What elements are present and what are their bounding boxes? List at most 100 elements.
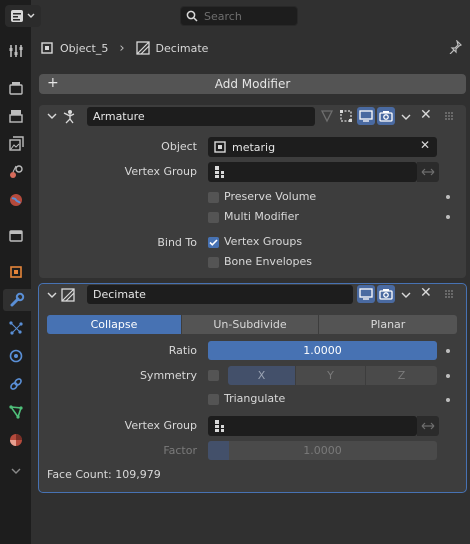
triangulate-checkbox[interactable]: [208, 394, 219, 405]
realtime-toggle[interactable]: [357, 107, 375, 125]
animate-property-dot[interactable]: [446, 195, 450, 199]
view-layer-tab-icon[interactable]: [3, 133, 28, 155]
preserve-volume-checkbox[interactable]: [208, 192, 219, 203]
vertex-group-icon: [215, 420, 224, 432]
vertex-group-label: Vertex Group: [124, 419, 197, 432]
decimate-type-selector: Collapse Un-Subdivide Planar: [47, 315, 457, 334]
render-toggle[interactable]: [377, 285, 395, 303]
remove-modifier-icon[interactable]: ✕: [420, 107, 432, 123]
checkmark-icon: [209, 239, 218, 246]
physics-tab-icon[interactable]: [3, 345, 28, 367]
factor-value: 1.0000: [303, 444, 342, 457]
chevron-down-icon: [27, 13, 35, 18]
animate-property-dot[interactable]: [446, 398, 450, 402]
multi-modifier-checkbox[interactable]: [208, 212, 219, 223]
tool-tab-icon[interactable]: [3, 40, 28, 62]
chevron-down-icon[interactable]: [400, 291, 412, 299]
multi-modifier-label: Multi Modifier: [224, 210, 299, 223]
bone-envelopes-label: Bone Envelopes: [224, 255, 312, 268]
tab-un-subdivide[interactable]: Un-Subdivide: [182, 315, 319, 334]
armature-modifier-panel: Armature ✕ Object metarig ✕ Vertex Group…: [39, 105, 466, 278]
object-icon: [214, 141, 226, 153]
tab-planar[interactable]: Planar: [319, 315, 457, 334]
object-label: Object: [161, 140, 197, 153]
invert-vertex-group-button[interactable]: [417, 416, 439, 436]
constraints-tab-icon[interactable]: [3, 373, 28, 395]
decimate-modifier-icon: [135, 41, 150, 55]
camera-icon: [379, 289, 393, 300]
pin-icon[interactable]: [448, 40, 462, 54]
vertex-group-field[interactable]: [208, 416, 417, 436]
collapse-chevron-icon[interactable]: [47, 291, 57, 299]
render-toggle[interactable]: [377, 107, 395, 125]
vertex-group-label: Vertex Group: [124, 165, 197, 178]
armature-modifier-icon: [63, 110, 75, 124]
search-placeholder: Search: [204, 9, 242, 23]
symmetry-checkbox[interactable]: [208, 370, 219, 381]
material-tab-icon[interactable]: [3, 429, 28, 451]
arrow-left-right-icon: [421, 422, 435, 430]
breadcrumb-separator-icon: ›: [119, 40, 125, 56]
clear-object-icon[interactable]: ✕: [420, 138, 430, 152]
search-input[interactable]: Search: [180, 6, 298, 26]
drag-handle-icon[interactable]: [445, 290, 455, 298]
animate-property-dot[interactable]: [446, 349, 450, 353]
ratio-slider[interactable]: 1.0000: [208, 341, 437, 360]
invert-vertex-group-button[interactable]: [417, 162, 439, 182]
arrow-left-right-icon: [421, 168, 435, 176]
realtime-toggle[interactable]: [357, 285, 375, 303]
symmetry-axis-selector: X Y Z: [228, 366, 437, 385]
modifier-name-field[interactable]: Armature: [87, 107, 315, 126]
editor-type-dropdown[interactable]: [5, 5, 41, 27]
search-icon: [186, 10, 198, 22]
add-modifier-label: Add Modifier: [214, 77, 291, 91]
tab-collapse[interactable]: Collapse: [47, 315, 182, 334]
bone-envelopes-checkbox[interactable]: [208, 257, 219, 268]
collapse-chevron-icon[interactable]: [47, 112, 57, 120]
monitor-icon: [359, 288, 373, 300]
particles-tab-icon[interactable]: [3, 317, 28, 339]
triangulate-label: Triangulate: [224, 392, 286, 405]
more-tabs-chevron-icon[interactable]: [3, 460, 28, 482]
face-count: Face Count: 109,979: [47, 468, 161, 481]
cage-toggle[interactable]: [337, 107, 355, 125]
breadcrumb-modifier: Decimate: [155, 41, 209, 55]
bind-to-label: Bind To: [157, 236, 197, 249]
output-tab-icon[interactable]: [3, 105, 28, 127]
symmetry-label: Symmetry: [139, 369, 197, 382]
properties-editor-icon: [11, 10, 23, 22]
properties-tab-sidebar: [0, 0, 31, 544]
axis-y[interactable]: Y: [296, 366, 366, 385]
breadcrumb: Object_5 › Decimate: [40, 38, 208, 58]
object-field[interactable]: metarig ✕: [208, 137, 437, 157]
animate-property-dot[interactable]: [446, 374, 450, 378]
factor-slider[interactable]: 1.0000: [208, 441, 437, 460]
preserve-volume-label: Preserve Volume: [224, 190, 317, 203]
collection-tab-icon[interactable]: [3, 225, 28, 247]
add-modifier-button[interactable]: + Add Modifier: [39, 74, 466, 94]
vertex-triangle-icon: [320, 110, 334, 123]
camera-icon: [379, 111, 393, 122]
remove-modifier-icon[interactable]: ✕: [420, 285, 432, 301]
scene-tab-icon[interactable]: [3, 161, 28, 183]
decimate-modifier-icon: [61, 288, 75, 302]
breadcrumb-object: Object_5: [60, 41, 109, 55]
chevron-down-icon[interactable]: [400, 113, 412, 121]
modifier-tab-icon[interactable]: [3, 289, 31, 311]
edit-mode-toggle[interactable]: [318, 107, 336, 125]
object-tab-icon[interactable]: [3, 261, 28, 283]
editmode-icon: [340, 110, 352, 122]
axis-z[interactable]: Z: [366, 366, 437, 385]
animate-property-dot[interactable]: [446, 215, 450, 219]
ratio-label: Ratio: [168, 344, 197, 357]
axis-x[interactable]: X: [228, 366, 296, 385]
world-tab-icon[interactable]: [3, 189, 28, 211]
data-tab-icon[interactable]: [3, 401, 28, 423]
vertex-group-icon: [215, 166, 224, 178]
vertex-groups-checkbox[interactable]: [208, 237, 219, 248]
drag-handle-icon[interactable]: [445, 112, 455, 120]
object-icon: [41, 42, 53, 54]
modifier-name-field[interactable]: Decimate: [87, 285, 353, 304]
vertex-group-field[interactable]: [208, 162, 417, 182]
render-tab-icon[interactable]: [3, 77, 28, 99]
